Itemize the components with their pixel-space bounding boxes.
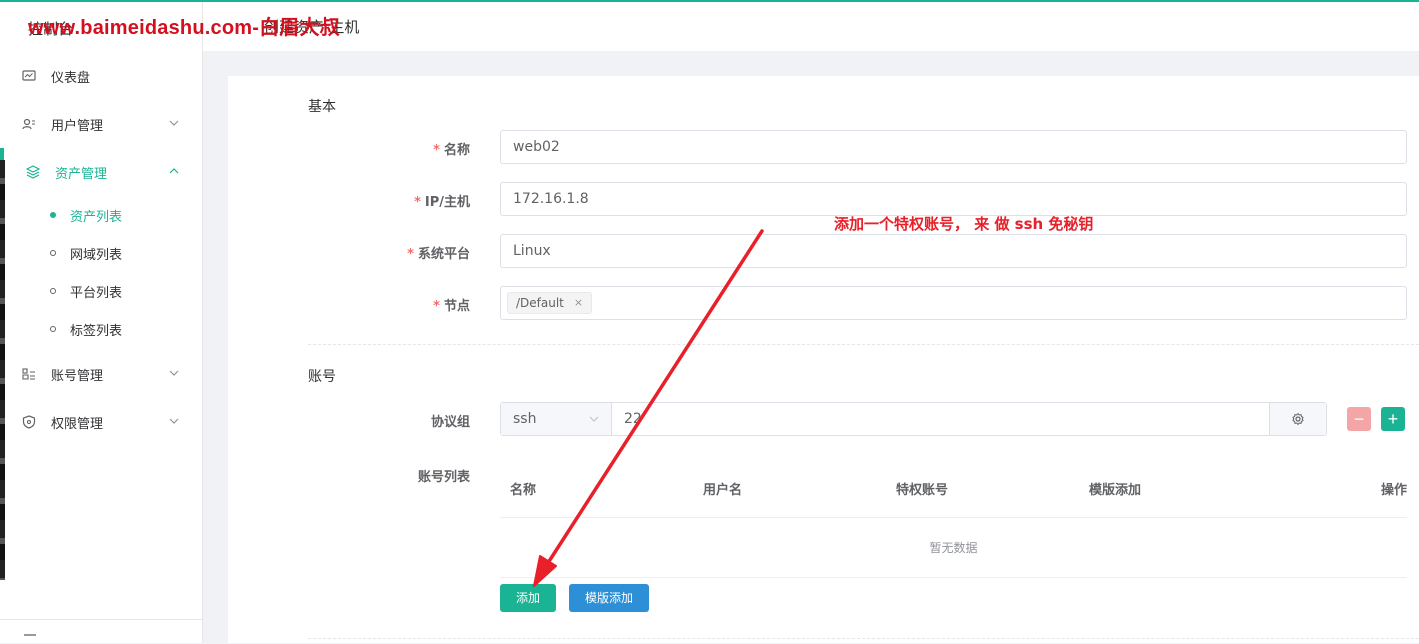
gear-icon [1292, 412, 1304, 426]
column-header-template: 模版添加 [1089, 483, 1142, 498]
platform-input[interactable]: Linux [500, 234, 1407, 268]
sidebar-subitem-label-list[interactable]: 标签列表 [4, 310, 202, 348]
section-divider [308, 344, 1419, 345]
chevron-down-icon [169, 418, 179, 424]
sidebar-subitem-label: 资产列表 [70, 209, 123, 225]
sidebar-item-accounts[interactable]: 账号管理 [0, 350, 202, 398]
dashboard-icon [22, 69, 36, 83]
form-row-platform: * 系统平台 Linux [228, 234, 1419, 268]
port-input[interactable]: 22 [612, 403, 1269, 435]
column-header-name: 名称 [510, 483, 537, 498]
sidebar-subitem-label: 标签列表 [70, 323, 123, 339]
protocol-settings-button[interactable] [1269, 403, 1326, 435]
column-header-username: 用户名 [703, 483, 743, 498]
top-header: 创建资产-主机 [203, 2, 1419, 51]
sidebar-subitem-platform-list[interactable]: 平台列表 [4, 272, 202, 310]
section-title-basic: 基本 [308, 99, 336, 115]
node-tag-text: /Default [516, 296, 564, 310]
asset-form-card: 基本 * 名称 web02 * IP/主机 172.16.1.8 * 系统平台 Lin… [228, 76, 1419, 643]
name-input[interactable]: web02 [500, 130, 1407, 164]
annotation-text: 添加一个特权账号， 来 做 ssh 免秘钥 [834, 215, 1094, 233]
sidebar-item-users[interactable]: 用户管理 [0, 100, 202, 148]
account-table-header: 名称 用户名 特权账号 模版添加 操作 [500, 466, 1407, 518]
sidebar-item-label: 仪表盘 [51, 70, 91, 86]
sidebar-item-label: 权限管理 [51, 416, 104, 432]
users-icon [22, 117, 36, 131]
plus-icon: + [1387, 409, 1399, 429]
protocol-select[interactable]: ssh [501, 403, 612, 435]
node-select[interactable]: /Default × [500, 286, 1407, 320]
ip-host-input[interactable]: 172.16.1.8 [500, 182, 1407, 216]
chevron-down-icon [589, 416, 599, 422]
section-divider [308, 638, 1419, 639]
account-table: 名称 用户名 特权账号 模版添加 操作 暂无数据 [500, 466, 1407, 578]
sidebar-subitem-domain-list[interactable]: 网域列表 [4, 234, 202, 272]
node-tag: /Default × [507, 292, 593, 314]
minus-icon: − [1353, 409, 1365, 429]
sidebar-subitem-label: 网域列表 [70, 247, 123, 263]
bullet-icon [50, 250, 56, 256]
form-row-protocol: 协议组 ssh 22 − + [228, 402, 1419, 436]
bullet-icon [50, 288, 56, 294]
bullet-icon [50, 326, 56, 332]
bullet-icon [50, 212, 56, 218]
sidebar-group-assets: 资产管理 资产列表 网域列表 平台列表 标签列表 [0, 148, 202, 348]
column-header-privileged: 特权账号 [896, 483, 949, 498]
sidebar-footer [0, 619, 203, 643]
sidebar-item-permissions[interactable]: 权限管理 [0, 398, 202, 446]
column-header-actions: 操作 [1380, 483, 1407, 498]
remove-protocol-button[interactable]: − [1347, 407, 1371, 431]
sidebar-subitem-label: 平台列表 [70, 285, 123, 301]
form-row-ip: * IP/主机 172.16.1.8 [228, 182, 1419, 216]
shield-icon [22, 415, 36, 429]
table-empty-text: 暂无数据 [500, 518, 1407, 578]
section-title-account: 账号 [308, 369, 336, 385]
protocol-name: ssh [513, 411, 537, 427]
protocol-group: ssh 22 [500, 402, 1327, 436]
field-label: 协议组 [430, 415, 470, 430]
field-label: * 节点 [433, 299, 470, 314]
add-account-button[interactable]: 添加 [500, 584, 556, 612]
sidebar-item-label: 用户管理 [51, 118, 104, 134]
sidebar-item-assets[interactable]: 资产管理 [4, 148, 202, 196]
add-protocol-button[interactable]: + [1381, 407, 1405, 431]
sidebar-item-label: 账号管理 [51, 368, 104, 384]
template-add-button[interactable]: 模版添加 [569, 584, 649, 612]
field-label: * 名称 [433, 143, 470, 158]
sidebar-subitem-asset-list[interactable]: 资产列表 [4, 196, 202, 234]
chevron-up-icon [169, 168, 179, 174]
chevron-down-icon [169, 370, 179, 376]
watermark: www.baimeidashu.com-白眉大叔 [28, 17, 340, 39]
field-label: * 系统平台 [407, 247, 470, 262]
account-icon [22, 367, 36, 381]
form-row-node: * 节点 /Default × [228, 286, 1419, 320]
chevron-down-icon [169, 120, 179, 126]
field-label: * IP/主机 [414, 195, 470, 210]
left-edge-strip [0, 160, 5, 580]
layers-icon [26, 165, 40, 179]
form-row-name: * 名称 web02 [228, 130, 1419, 164]
sidebar-item-label: 资产管理 [55, 166, 108, 182]
account-list-label: 账号列表 [417, 470, 470, 485]
sidebar: 控制台 仪表盘 用户管理 资产管理 资产列表 网域列表 平台列表 标签列表 账号… [0, 2, 203, 643]
close-icon[interactable]: × [574, 293, 583, 313]
sidebar-item-dashboard[interactable]: 仪表盘 [0, 52, 202, 100]
